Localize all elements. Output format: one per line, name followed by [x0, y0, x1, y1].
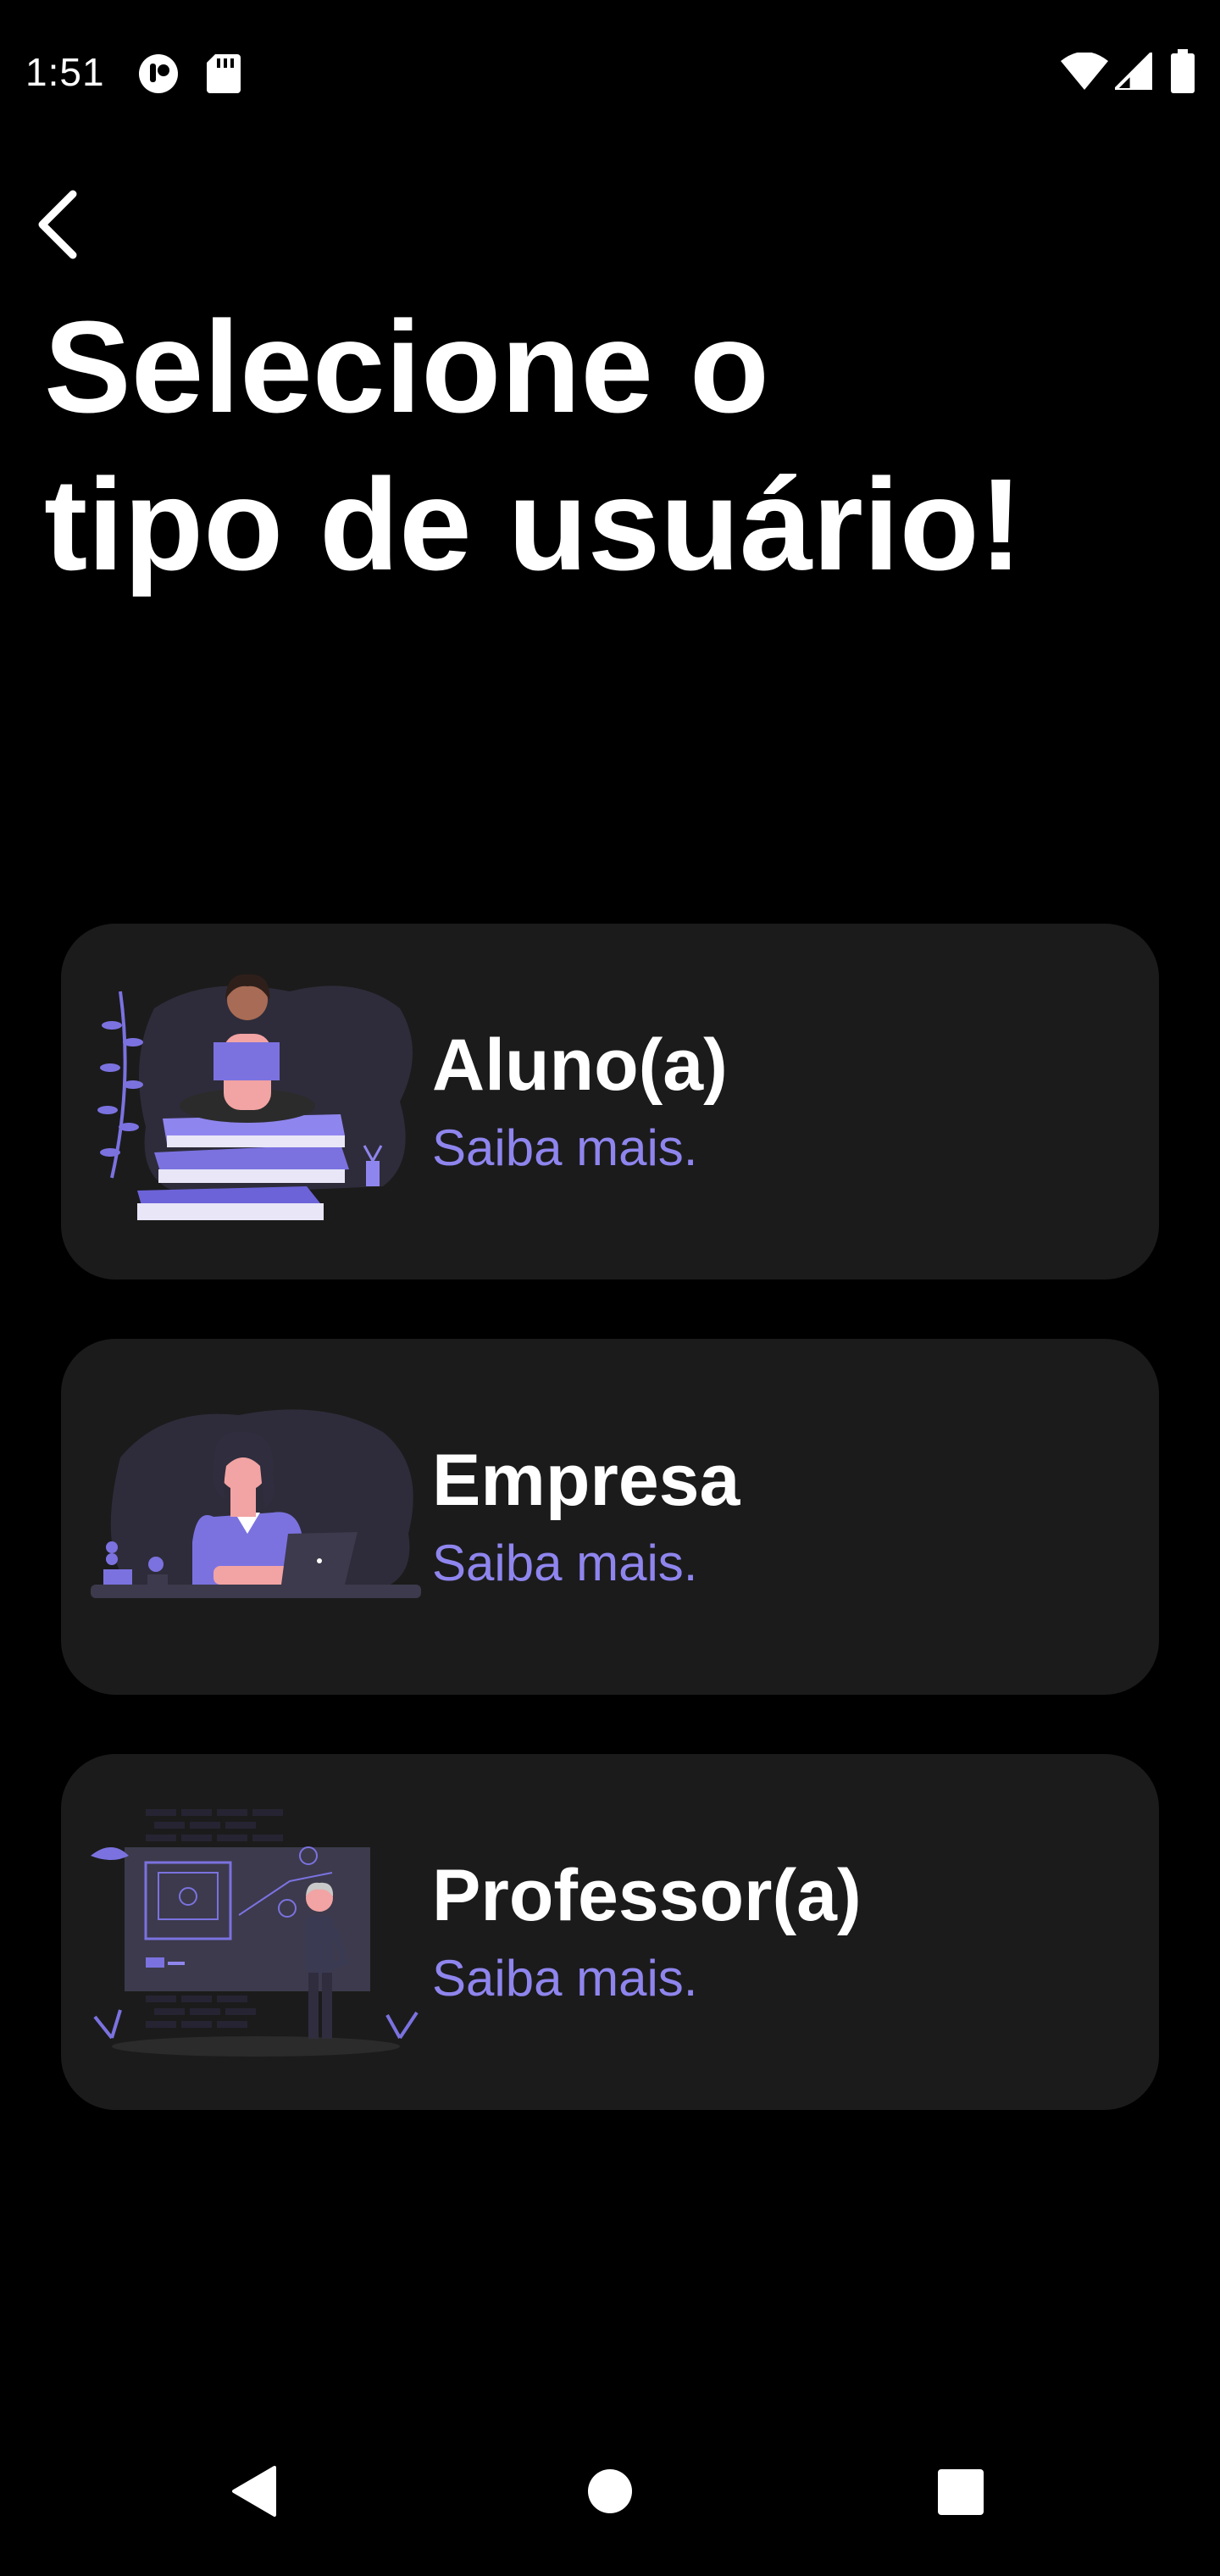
- status-time: 1:51: [25, 50, 105, 94]
- signal-icon: [1115, 53, 1152, 90]
- woman-at-desk-laptop-illustration: [91, 1409, 421, 1598]
- page-title-line-2: tipo de usuário!: [44, 452, 1023, 597]
- option-card-company[interactable]: Empresa Saiba mais.: [61, 1339, 1159, 1695]
- nav-back-icon[interactable]: [230, 2464, 278, 2518]
- chevron-left-icon: [38, 190, 77, 259]
- page-title-line-1: Selecione o: [44, 294, 769, 440]
- student-reading-books-illustration: [97, 974, 413, 1220]
- option-card-teacher[interactable]: Professor(a) Saiba mais.: [61, 1754, 1159, 2110]
- learn-more-link[interactable]: Saiba mais.: [432, 1949, 697, 2007]
- battery-icon: [1171, 49, 1195, 93]
- notification-icon: [139, 54, 178, 93]
- nav-recents-icon[interactable]: [938, 2469, 984, 2515]
- system-navigation-bar: [0, 2432, 1220, 2576]
- teacher-at-whiteboard-illustration: [91, 1809, 419, 2057]
- option-title: Aluno(a): [432, 1024, 728, 1106]
- learn-more-link[interactable]: Saiba mais.: [432, 1119, 697, 1177]
- option-card-student[interactable]: Aluno(a) Saiba mais.: [61, 924, 1159, 1280]
- page-title: Selecione o tipo de usuário!: [44, 288, 1145, 603]
- wifi-icon: [1061, 53, 1108, 90]
- back-button[interactable]: [24, 182, 108, 267]
- status-bar: 1:51: [0, 0, 1220, 144]
- sd-card-icon: [207, 54, 241, 93]
- option-title: Empresa: [432, 1440, 740, 1521]
- option-title: Professor(a): [432, 1855, 862, 1936]
- learn-more-link[interactable]: Saiba mais.: [432, 1534, 697, 1592]
- nav-home-icon[interactable]: [586, 2468, 634, 2515]
